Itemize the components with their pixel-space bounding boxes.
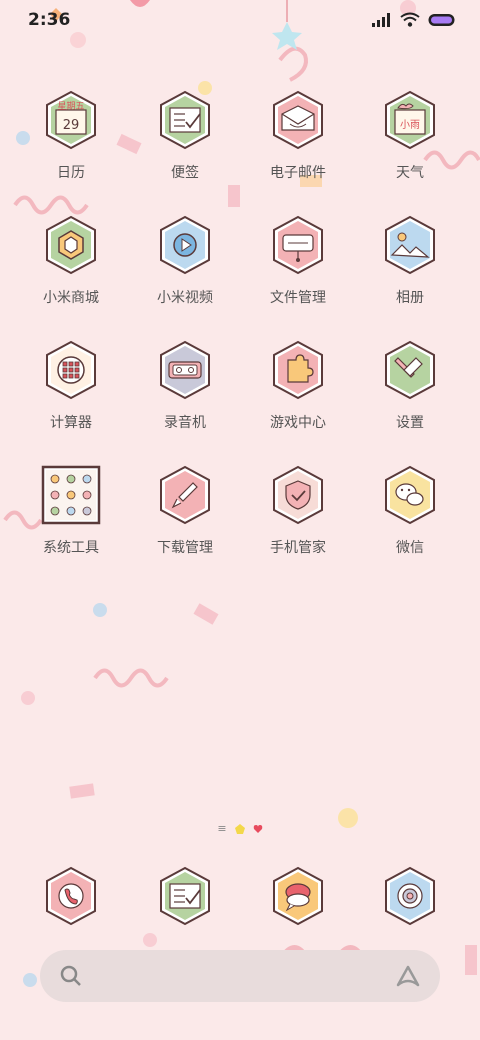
app-gallery[interactable]: 相册 xyxy=(355,215,465,307)
app-label: 小米商城 xyxy=(43,290,99,306)
camera-icon xyxy=(380,866,440,926)
recorder-icon xyxy=(155,340,215,400)
dock-phone[interactable] xyxy=(16,866,126,926)
page-dot-active-icon xyxy=(234,823,245,834)
app-label: 设置 xyxy=(396,415,424,431)
app-weather[interactable]: 小雨 天气 xyxy=(355,90,465,182)
app-settings[interactable]: 设置 xyxy=(355,340,465,432)
notes-icon xyxy=(155,90,215,150)
email-icon xyxy=(268,90,328,150)
weather-icon: 小雨 xyxy=(380,90,440,150)
status-bar: 2:36 xyxy=(0,0,480,40)
app-label: 计算器 xyxy=(50,415,92,431)
app-label: 录音机 xyxy=(164,415,206,431)
app-calendar[interactable]: 星期五 29 日历 xyxy=(16,90,126,182)
app-label: 系统工具 xyxy=(43,540,99,556)
app-mi-store[interactable]: 小米商城 xyxy=(16,215,126,307)
calculator-icon xyxy=(41,340,101,400)
app-game-center[interactable]: 游戏中心 xyxy=(243,340,353,432)
svg-text:小雨: 小雨 xyxy=(400,119,420,131)
app-label: 文件管理 xyxy=(270,290,326,306)
messages-icon xyxy=(268,866,328,926)
security-icon xyxy=(268,465,328,525)
notes-icon xyxy=(155,866,215,926)
phone-icon xyxy=(41,866,101,926)
dock-notes[interactable] xyxy=(130,866,240,926)
app-label: 电子邮件 xyxy=(270,165,326,181)
status-time: 2:36 xyxy=(28,10,71,30)
heart-icon xyxy=(253,824,262,833)
app-label: 日历 xyxy=(57,165,85,181)
mi-store-icon xyxy=(41,215,101,275)
page-indicator-menu-icon: ≡ xyxy=(217,822,227,835)
app-label: 手机管家 xyxy=(270,540,326,556)
folder-system-tools[interactable]: 系统工具 xyxy=(16,465,126,557)
app-label: 小米视频 xyxy=(157,290,213,306)
app-video[interactable]: 小米视频 xyxy=(130,215,240,307)
signal-icon xyxy=(372,12,390,27)
assistant-icon[interactable] xyxy=(394,963,422,989)
svg-text:29: 29 xyxy=(63,118,80,133)
app-calculator[interactable]: 计算器 xyxy=(16,340,126,432)
download-icon xyxy=(155,465,215,525)
app-email[interactable]: 电子邮件 xyxy=(243,90,353,182)
app-wechat[interactable]: 微信 xyxy=(355,465,465,557)
file-manager-icon xyxy=(268,215,328,275)
app-recorder[interactable]: 录音机 xyxy=(130,340,240,432)
page-indicator[interactable]: ≡ xyxy=(0,822,480,835)
app-label: 便签 xyxy=(171,165,199,181)
system-tools-folder-icon xyxy=(41,465,101,525)
search-icon xyxy=(60,965,81,986)
app-label: 下载管理 xyxy=(157,540,213,556)
wechat-icon xyxy=(380,465,440,525)
app-label: 微信 xyxy=(396,540,424,556)
svg-text:星期五: 星期五 xyxy=(57,101,84,112)
wifi-icon xyxy=(400,12,420,27)
status-icons xyxy=(372,12,456,27)
battery-icon xyxy=(428,13,455,26)
app-label: 游戏中心 xyxy=(270,415,326,431)
app-notes[interactable]: 便签 xyxy=(130,90,240,182)
video-icon xyxy=(155,215,215,275)
app-label: 相册 xyxy=(396,290,424,306)
dock-messages[interactable] xyxy=(243,866,353,926)
search-bar[interactable] xyxy=(40,950,440,1002)
game-center-icon xyxy=(268,340,328,400)
app-security[interactable]: 手机管家 xyxy=(243,465,353,557)
app-file-manager[interactable]: 文件管理 xyxy=(243,215,353,307)
app-label: 天气 xyxy=(396,165,424,181)
dock-camera[interactable] xyxy=(355,866,465,926)
settings-icon xyxy=(380,340,440,400)
gallery-icon xyxy=(380,215,440,275)
app-download[interactable]: 下载管理 xyxy=(130,465,240,557)
calendar-icon: 星期五 29 xyxy=(41,90,101,150)
